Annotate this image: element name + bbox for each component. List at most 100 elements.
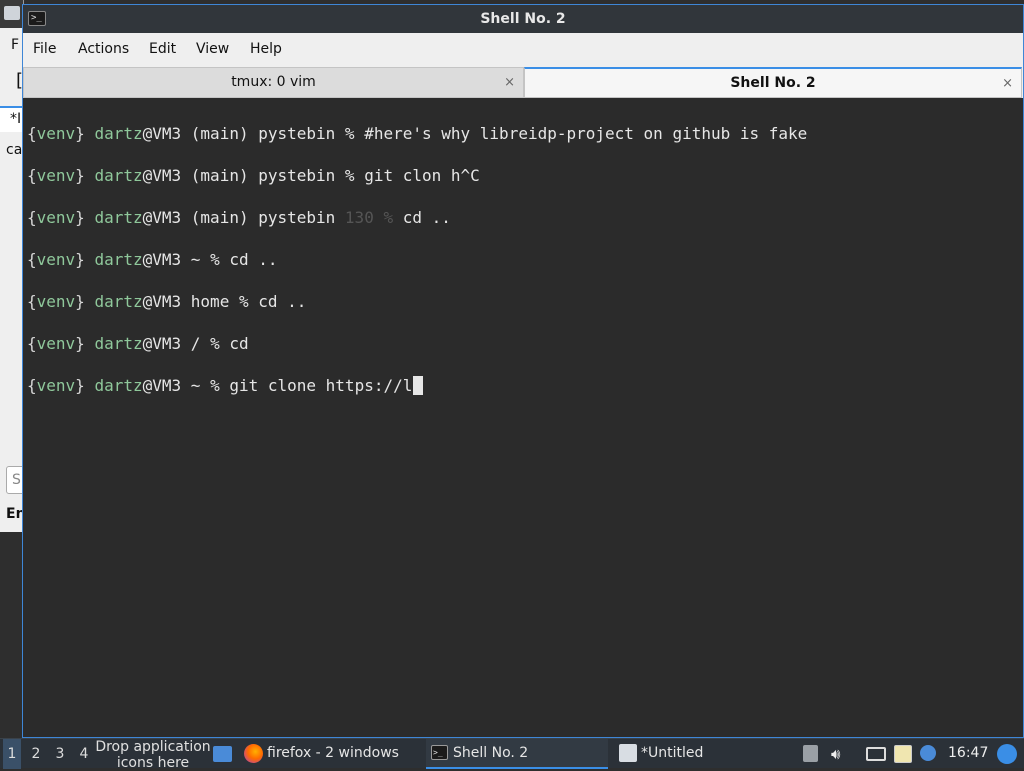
firefox-icon xyxy=(244,744,263,763)
notification-icon[interactable] xyxy=(920,745,936,761)
window-titlebar[interactable]: >_ Shell No. 2 xyxy=(23,5,1023,33)
prompt-symbol: % xyxy=(210,376,220,395)
workspace-3[interactable]: 3 xyxy=(51,739,69,769)
terminal-cursor xyxy=(413,376,424,395)
prompt-brace-open: { xyxy=(27,124,37,143)
prompt-user: dartz xyxy=(94,250,143,269)
prompt-host: @VM3 xyxy=(142,334,182,353)
prompt-brace-close: } xyxy=(75,208,85,227)
terminal-output[interactable]: {venv} dartz@VM3 (main) pystebin % #here… xyxy=(23,98,1023,737)
task-label: firefox - 2 windows xyxy=(267,745,399,761)
background-tab-label: *I xyxy=(10,111,22,127)
prompt-user: dartz xyxy=(94,334,143,353)
terminal-line: {venv} dartz@VM3 / % cd xyxy=(27,334,249,354)
background-window: F [ *I ca S En xyxy=(0,0,24,532)
task-label: *Untitled xyxy=(641,745,704,761)
prompt-symbol: % xyxy=(238,292,249,311)
background-tab[interactable]: *I xyxy=(0,106,23,132)
task-shell-no-2[interactable]: >_ Shell No. 2 xyxy=(426,739,608,769)
background-menu-fragment: F xyxy=(11,37,20,53)
notes-icon[interactable] xyxy=(894,745,912,763)
menu-bar: File Actions Edit View Help xyxy=(23,33,1023,65)
prompt-brace-close: } xyxy=(75,292,85,311)
prompt-user: dartz xyxy=(94,292,143,311)
menu-file[interactable]: File xyxy=(33,33,56,65)
terminal-line: {venv} dartz@VM3 (main) pystebin % #here… xyxy=(27,124,807,144)
volume-icon[interactable]: 🔊︎ xyxy=(831,746,849,762)
tab-tmux-vim[interactable]: tmux: 0 vim × xyxy=(23,67,524,98)
network-icon[interactable] xyxy=(866,747,886,761)
window-title: Shell No. 2 xyxy=(480,11,566,27)
background-text-fragment: ca xyxy=(6,142,23,158)
prompt-host: @VM3 xyxy=(142,250,182,269)
task-firefox[interactable]: firefox - 2 windows xyxy=(243,739,423,769)
prompt-exit-status: 130 xyxy=(344,208,384,227)
prompt-brace-open: { xyxy=(27,292,37,311)
command-text: cd .. xyxy=(393,208,451,227)
prompt-brace-close: } xyxy=(75,166,85,185)
prompt-brace-open: { xyxy=(27,376,37,395)
prompt-brace-open: { xyxy=(27,166,37,185)
task-label: Shell No. 2 xyxy=(453,745,529,761)
prompt-host: @VM3 xyxy=(142,208,182,227)
terminal-window: >_ Shell No. 2 File Actions Edit View He… xyxy=(22,4,1024,738)
menu-edit[interactable]: Edit xyxy=(149,33,176,65)
workspace-1[interactable]: 1 xyxy=(3,739,21,769)
workspace-2[interactable]: 2 xyxy=(27,739,45,769)
terminal-line: {venv} dartz@VM3 (main) pystebin 130 % c… xyxy=(27,208,451,228)
command-text: cd .. xyxy=(248,292,307,311)
prompt-venv: venv xyxy=(36,292,76,311)
menu-view[interactable]: View xyxy=(196,33,229,65)
prompt-symbol: % xyxy=(344,124,355,143)
clipboard-icon[interactable] xyxy=(803,745,818,762)
prompt-brace-close: } xyxy=(75,250,85,269)
prompt-venv: venv xyxy=(36,250,76,269)
prompt-venv: venv xyxy=(36,334,76,353)
prompt-venv: venv xyxy=(36,166,76,185)
prompt-user: dartz xyxy=(94,166,143,185)
terminal-icon: >_ xyxy=(431,745,448,760)
prompt-brace-close: } xyxy=(75,124,85,143)
tab-shell-no-2[interactable]: Shell No. 2 × xyxy=(524,67,1022,98)
show-desktop-icon[interactable] xyxy=(213,746,232,762)
menu-actions[interactable]: Actions xyxy=(78,33,129,65)
prompt-host: @VM3 xyxy=(142,124,182,143)
command-text: git clone https://l xyxy=(219,376,413,395)
prompt-cwd: ~ xyxy=(181,376,211,395)
background-window-titlebar xyxy=(0,0,23,28)
close-icon[interactable]: × xyxy=(504,68,515,97)
prompt-symbol: % xyxy=(210,334,220,353)
clock[interactable]: 16:47 xyxy=(948,739,988,767)
close-icon[interactable]: × xyxy=(1002,69,1013,98)
prompt-host: @VM3 xyxy=(142,166,182,185)
prompt-cwd: / xyxy=(181,334,211,353)
quicklaunch-drop-area[interactable]: Drop application icons here xyxy=(95,739,211,771)
prompt-symbol: % xyxy=(383,208,394,227)
prompt-cwd: (main) pystebin xyxy=(181,208,345,227)
command-text: cd .. xyxy=(219,250,278,269)
tab-bar: tmux: 0 vim × Shell No. 2 × xyxy=(23,65,1023,98)
menu-help[interactable]: Help xyxy=(250,33,282,65)
prompt-cwd: (main) pystebin xyxy=(181,124,345,143)
terminal-line: {venv} dartz@VM3 ~ % git clone https://l xyxy=(27,376,424,396)
tab-label: tmux: 0 vim xyxy=(231,74,316,90)
prompt-cwd: ~ xyxy=(181,250,211,269)
start-menu-icon[interactable] xyxy=(997,744,1017,764)
prompt-user: dartz xyxy=(94,376,143,395)
command-text: cd xyxy=(219,334,249,353)
drop-hint-line2: icons here xyxy=(116,755,190,771)
workspace-4[interactable]: 4 xyxy=(75,739,93,769)
prompt-symbol: % xyxy=(210,250,220,269)
prompt-brace-close: } xyxy=(75,376,85,395)
prompt-symbol: % xyxy=(344,166,355,185)
prompt-host: @VM3 xyxy=(142,292,182,311)
prompt-venv: venv xyxy=(36,376,76,395)
prompt-venv: venv xyxy=(36,208,76,227)
background-app-icon xyxy=(4,6,20,20)
task-untitled[interactable]: *Untitled xyxy=(617,739,797,769)
prompt-user: dartz xyxy=(94,208,143,227)
command-text: #here's why libreidp-project on github i… xyxy=(354,124,808,143)
prompt-brace-open: { xyxy=(27,208,37,227)
terminal-line: {venv} dartz@VM3 ~ % cd .. xyxy=(27,250,278,270)
terminal-line: {venv} dartz@VM3 home % cd .. xyxy=(27,292,306,312)
